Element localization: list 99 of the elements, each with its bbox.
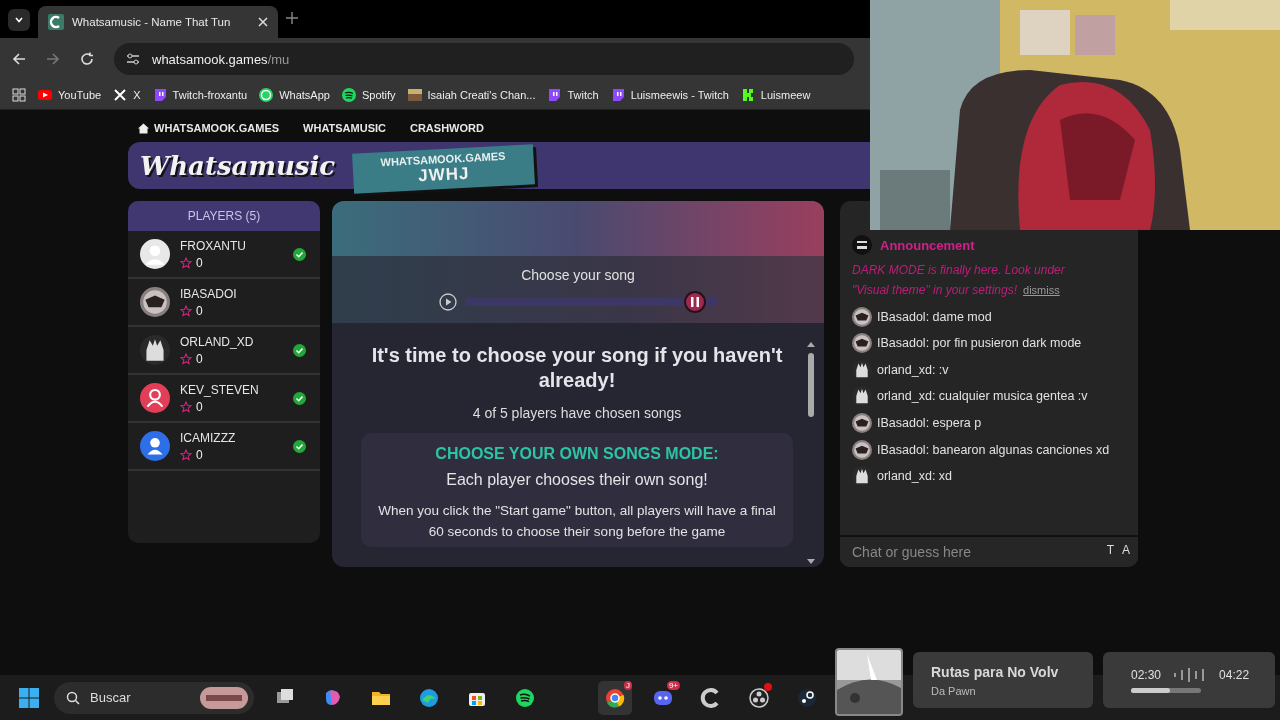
avatar-icon	[852, 439, 872, 460]
player-name: ICAMIZZZ	[180, 430, 237, 445]
url-text: whatsamook.games/mu	[152, 51, 290, 67]
nav-link[interactable]: CRASHWORD	[410, 122, 484, 134]
taskbar-search[interactable]: Buscar	[54, 681, 254, 714]
player-name: IBASADOI	[180, 286, 238, 301]
chat-message: IBasadol: dame mod	[877, 308, 992, 326]
pause-handle[interactable]	[683, 290, 706, 313]
sound-waves-icon	[514, 686, 536, 709]
player-name: ORLAND_XD	[180, 334, 255, 349]
mode-description: When you click the "Start game" button, all players will have a final 60 seconds to choose their song before the game	[377, 502, 777, 541]
mode-title: CHOOSE YOUR OWN SONGS MODE:	[435, 445, 719, 463]
elapsed-time: 02:30	[1131, 667, 1162, 682]
tab-title: Whatsamusic - Name That Tun	[72, 16, 232, 28]
chat-message: orland_xd: xd	[877, 468, 953, 486]
bookmark-link[interactable]: YouTube	[37, 86, 102, 103]
announcement-text: DARK MODE is finally here. Look under "Visual theme" in your settings! dismiss	[852, 262, 1066, 299]
star-icon	[180, 256, 192, 269]
chat-message: IBasadol: banearon algunas canciones xd	[877, 441, 1110, 459]
bookmark-link[interactable]: Spotify	[340, 86, 396, 103]
player-score: 0	[196, 351, 203, 366]
browser-circle-icon	[604, 686, 626, 709]
circle-record-icon	[748, 686, 770, 709]
chat-message: orland_xd: cualquier musica gentea :v	[877, 388, 1088, 406]
dismiss-link[interactable]: dismiss	[1023, 283, 1060, 296]
chat-message: IBasadol: espera p	[877, 415, 982, 433]
avatar-icon	[140, 383, 170, 413]
media-progress-track[interactable]	[1131, 687, 1201, 693]
player-score: 0	[196, 255, 203, 270]
star-icon	[180, 352, 192, 365]
avatar-icon	[140, 239, 170, 269]
chat-bubble-icon	[546, 86, 563, 103]
players-title: PLAYERS (5)	[128, 201, 320, 231]
text-format-button[interactable]: A	[1122, 543, 1130, 557]
sound-waves-icon	[340, 86, 357, 103]
avatar-icon	[852, 306, 872, 327]
taskbar-app[interactable]: J	[598, 680, 632, 715]
avatar-icon	[140, 287, 170, 317]
site-badge-icon	[852, 235, 872, 255]
avatar-icon	[852, 413, 872, 434]
announcement-title: Announcement	[880, 237, 975, 253]
apps-grid-icon[interactable]	[12, 87, 26, 102]
bookmark-link[interactable]: Luismeew	[739, 86, 811, 103]
home-icon	[138, 122, 149, 134]
bookmark-link[interactable]: Twitch	[546, 86, 599, 103]
notification-badge: 9+	[666, 680, 680, 690]
star-icon	[180, 304, 192, 317]
track-title: Rutas para No Volv	[931, 663, 1060, 680]
site-logo[interactable]: Whatsamusic	[140, 150, 336, 181]
track-artist: Da Pawn	[931, 684, 977, 697]
player-score: 0	[196, 447, 203, 462]
player-name: FROXANTU	[180, 238, 247, 253]
nav-link[interactable]: WHATSAMUSIC	[303, 122, 386, 134]
chat-message: orland_xd: :v	[877, 361, 949, 379]
bookmark-link[interactable]: Luismeewis - Twitch	[609, 86, 729, 103]
mode-subtitle: Each player chooses their own song!	[446, 471, 708, 489]
thumbnail-icon	[406, 86, 423, 103]
player-score: 0	[196, 303, 203, 318]
media-info-card[interactable]: Rutas para No Volv Da Pawn	[913, 652, 1093, 708]
song-player-title: Choose your song	[521, 266, 635, 283]
notification-badge: J	[624, 680, 632, 690]
avatar-icon	[140, 335, 170, 365]
tab-menu-button[interactable]	[8, 9, 30, 31]
steam-icon	[796, 686, 818, 709]
taskbar-app[interactable]: 9+	[646, 680, 680, 715]
windows-start-icon[interactable]	[18, 686, 40, 709]
bookmark-link[interactable]: Twitch-froxantu	[151, 86, 248, 103]
room-site: WHATSAMOOK.GAMES	[380, 149, 506, 168]
search-highlight-icon	[200, 686, 248, 709]
chat-message: IBasadol: por fin pusieron dark mode	[877, 335, 1082, 353]
bookmark-link[interactable]: WhatsApp	[258, 86, 330, 103]
site-settings-icon	[126, 52, 140, 66]
avatar-icon	[852, 333, 872, 354]
star-icon	[180, 448, 192, 461]
pause-icon	[690, 296, 699, 307]
new-tab-icon[interactable]	[286, 12, 298, 24]
chevron-down-icon	[14, 15, 24, 25]
star-icon	[180, 400, 192, 413]
forward-icon[interactable]	[46, 52, 60, 66]
bookmark-link[interactable]: Isaiah Creati's Chan...	[406, 86, 536, 103]
browser-tab[interactable]: Whatsamusic - Name That Tun	[38, 6, 278, 38]
play-icon[interactable]	[439, 292, 457, 311]
avatar-icon	[140, 431, 170, 461]
nav-link[interactable]: WHATSAMOOK.GAMES	[138, 122, 280, 134]
address-bar[interactable]: whatsamook.games/mu	[114, 43, 854, 75]
x-icon	[112, 86, 129, 103]
back-icon[interactable]	[12, 52, 26, 66]
player-name: KEV_STEVEN	[180, 382, 260, 397]
wave-circle-icon	[418, 686, 440, 709]
search-icon	[66, 690, 80, 705]
total-time: 04:22	[1219, 667, 1250, 682]
chosen-status: 4 of 5 players have chosen songs	[472, 405, 682, 421]
site-favicon-icon	[48, 14, 64, 30]
close-icon[interactable]	[258, 17, 268, 27]
player-score: 0	[196, 399, 203, 414]
reload-icon[interactable]	[80, 52, 94, 66]
bookmark-link[interactable]: X	[112, 86, 141, 103]
main-heading: It's time to choose your song if you haven't already!	[370, 343, 784, 393]
text-format-button[interactable]: T	[1106, 543, 1114, 557]
